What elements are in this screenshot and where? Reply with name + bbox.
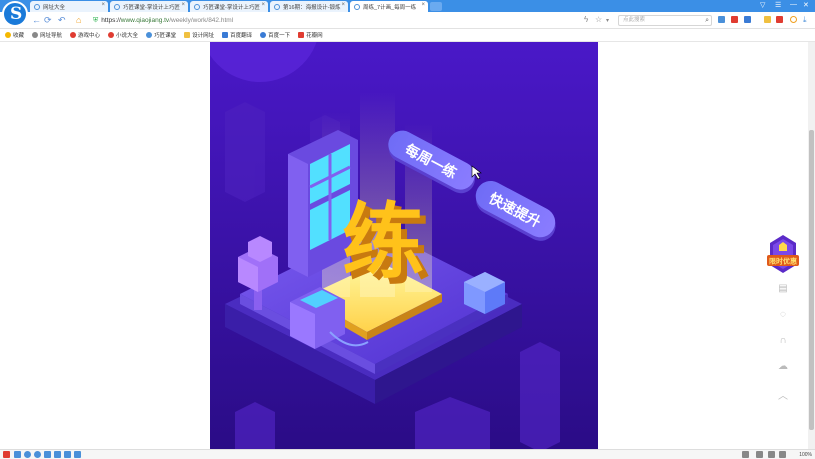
home-button[interactable]: ⌂ bbox=[76, 15, 81, 25]
page-content: 练 练 每周一练 快速提升 限时优惠 ▤ ◌ ∩ ☁ ︿ bbox=[0, 42, 815, 449]
globe-icon bbox=[32, 32, 39, 38]
search-icon[interactable]: ⌕ bbox=[705, 16, 709, 25]
status-icon-5[interactable] bbox=[64, 451, 71, 458]
url-host: www.qiaojiang.tv bbox=[120, 17, 170, 24]
bookmark-design[interactable]: 设计网址 bbox=[184, 31, 214, 39]
paw-icon bbox=[260, 32, 267, 38]
tab-close-icon[interactable]: × bbox=[101, 2, 105, 8]
status-icon-6[interactable] bbox=[74, 451, 81, 458]
bookmark-qiaojiang[interactable]: 巧匠课堂 bbox=[146, 31, 176, 39]
tab-close-icon[interactable]: × bbox=[181, 2, 185, 8]
zoom-level[interactable]: 100% bbox=[799, 452, 812, 458]
tab-close-icon[interactable]: × bbox=[421, 2, 425, 8]
star-icon[interactable]: ☆ bbox=[595, 15, 602, 24]
vertical-scrollbar[interactable] bbox=[808, 42, 815, 449]
toolbar-icon-1[interactable] bbox=[718, 16, 725, 23]
translate-icon bbox=[222, 32, 229, 38]
poster-artwork: 练 练 每周一练 快速提升 bbox=[210, 42, 598, 449]
bookmark-games[interactable]: 游戏中心 bbox=[70, 31, 100, 39]
url-field[interactable]: ⛨ https:// www.qiaojiang.tv /weekly/work… bbox=[93, 15, 623, 26]
tab-label: 巧匠课堂-掌设计上巧匠 bbox=[123, 4, 180, 11]
tab-4[interactable]: 第16期：海报设计-锻炼 × bbox=[270, 1, 348, 12]
bookmark-favorites[interactable]: 收藏 bbox=[5, 31, 24, 39]
sogou-ime-icon[interactable] bbox=[3, 451, 10, 458]
book-icon bbox=[108, 32, 115, 38]
folder-icon bbox=[184, 32, 191, 38]
cart-icon[interactable]: ▤ bbox=[776, 283, 790, 295]
promo-badge-label: 限时优惠 bbox=[769, 257, 797, 266]
chevron-down-icon[interactable]: ▾ bbox=[606, 17, 609, 24]
undo-close-button[interactable]: ↶ bbox=[58, 15, 66, 26]
tab-strip: 网址大全 × 巧匠课堂-掌设计上巧匠 × 巧匠课堂-掌设计上巧匠 × 第16期：… bbox=[0, 0, 815, 12]
tab-2[interactable]: 巧匠课堂-掌设计上巧匠 × bbox=[110, 1, 188, 12]
toolbar-icon-4[interactable] bbox=[764, 16, 771, 23]
download-icon[interactable]: ⤓ bbox=[803, 15, 807, 25]
menu-icon[interactable]: ☰ bbox=[775, 1, 781, 9]
status-icon-1[interactable] bbox=[14, 451, 21, 458]
tab-close-icon[interactable]: × bbox=[341, 2, 345, 8]
page-icon bbox=[194, 3, 200, 10]
back-button[interactable]: ← bbox=[32, 15, 41, 25]
status-icon-8[interactable] bbox=[779, 451, 786, 458]
tab-label: 巧匠课堂-掌设计上巧匠 bbox=[203, 4, 260, 11]
headset-icon[interactable]: ∩ bbox=[776, 335, 790, 347]
status-icon-4[interactable] bbox=[54, 451, 61, 458]
search-input[interactable]: 点此搜索 ⌕ bbox=[618, 15, 712, 26]
page-icon bbox=[146, 32, 153, 38]
page-icon bbox=[274, 3, 280, 10]
browser-logo[interactable]: S bbox=[2, 1, 28, 27]
bookmark-huaban[interactable]: 花瓣网 bbox=[298, 31, 323, 39]
bookmark-baidu[interactable]: 百度一下 bbox=[260, 31, 290, 39]
globe-icon bbox=[34, 3, 40, 10]
secure-shield-icon: ⛨ bbox=[93, 16, 99, 24]
lightning-icon[interactable]: ϟ bbox=[584, 15, 588, 24]
cloud-icon[interactable]: ☁ bbox=[776, 361, 790, 373]
tab-close-icon[interactable]: × bbox=[261, 2, 265, 8]
game-icon bbox=[70, 32, 77, 38]
scrollbar-thumb[interactable] bbox=[809, 130, 814, 430]
tab-1[interactable]: 网址大全 × bbox=[30, 1, 108, 12]
status-bar: 100% bbox=[0, 449, 815, 459]
speaker-icon[interactable] bbox=[742, 451, 749, 458]
search-placeholder: 点此搜索 bbox=[623, 17, 646, 23]
download-status-icon[interactable] bbox=[756, 451, 763, 458]
url-scheme: https:// bbox=[101, 17, 121, 24]
close-window-button[interactable]: ✕ bbox=[803, 1, 809, 9]
minimize-button[interactable]: — bbox=[790, 1, 797, 8]
back-to-top-icon[interactable]: ︿ bbox=[776, 387, 790, 402]
address-bar: ← ⟳ ↶ ⌂ ⛨ https:// www.qiaojiang.tv /wee… bbox=[0, 12, 815, 29]
bookmark-novels[interactable]: 小说大全 bbox=[108, 31, 138, 39]
tab-label: 周练_7计画_每周一练 bbox=[363, 4, 417, 11]
toolbar-icon-2[interactable] bbox=[731, 16, 738, 23]
promo-badge[interactable]: 限时优惠 bbox=[766, 235, 800, 275]
bookmarks-bar: 收藏 网址导航 游戏中心 小说大全 巧匠课堂 设计网址 百度翻译 百度一下 花瓣… bbox=[0, 29, 815, 42]
tab-label: 网址大全 bbox=[43, 4, 66, 11]
chat-icon[interactable]: ◌ bbox=[776, 309, 790, 321]
bookmark-translate[interactable]: 百度翻译 bbox=[222, 31, 252, 39]
url-path: /weekly/work/842.html bbox=[169, 17, 234, 24]
page-icon bbox=[298, 32, 305, 38]
status-icon-3[interactable] bbox=[44, 451, 51, 458]
page-icon bbox=[354, 3, 360, 10]
bookmark-nav[interactable]: 网址导航 bbox=[32, 31, 62, 39]
star-icon bbox=[5, 32, 11, 38]
status-icon-7[interactable] bbox=[768, 451, 775, 458]
microphone-icon[interactable] bbox=[24, 451, 31, 458]
poster-illustration: 练 练 每周一练 快速提升 bbox=[210, 42, 598, 449]
toolbar-icon-5[interactable] bbox=[776, 16, 783, 23]
skin-icon[interactable]: ▽ bbox=[760, 1, 765, 9]
toolbar-icon-3[interactable] bbox=[744, 16, 751, 23]
tab-label: 第16期：海报设计-锻炼 bbox=[283, 4, 341, 11]
emoji-icon[interactable] bbox=[790, 16, 797, 23]
tab-5-active[interactable]: 周练_7计画_每周一练 × bbox=[350, 1, 428, 12]
page-icon bbox=[114, 3, 120, 10]
status-icon-2[interactable] bbox=[34, 451, 41, 458]
big-char: 练 bbox=[342, 195, 424, 290]
tab-3[interactable]: 巧匠课堂-掌设计上巧匠 × bbox=[190, 1, 268, 12]
refresh-button[interactable]: ⟳ bbox=[44, 15, 52, 26]
new-tab-button[interactable] bbox=[430, 2, 442, 11]
